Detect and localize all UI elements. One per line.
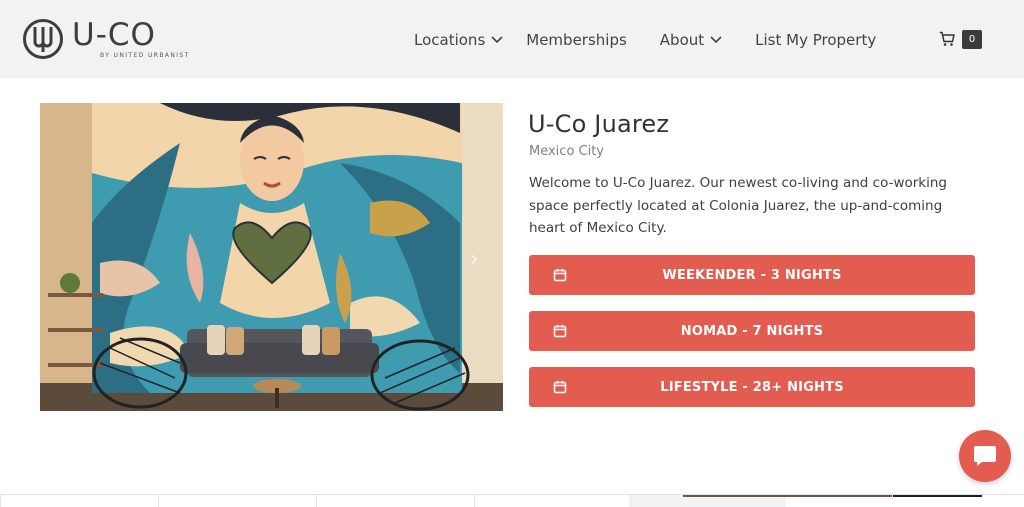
- thumbnail[interactable]: [158, 495, 316, 507]
- calendar-icon: [553, 268, 567, 282]
- booking-label: WEEKENDER - 3 NIGHTS: [662, 267, 842, 283]
- nav-label: About: [659, 31, 705, 49]
- nav-item-memberships[interactable]: Memberships: [526, 31, 627, 49]
- cart-count-badge[interactable]: 0: [962, 30, 982, 49]
- calendar-icon: [553, 324, 567, 338]
- property-photo[interactable]: ›: [40, 103, 503, 411]
- chevron-down-icon: [710, 36, 722, 44]
- thumbnail-strip: [0, 494, 1024, 507]
- nav-item-locations[interactable]: Locations: [414, 31, 503, 49]
- main-nav: Locations Memberships About List My Prop…: [414, 28, 876, 52]
- booking-label: NOMAD - 7 NIGHTS: [680, 323, 824, 339]
- property-description: Welcome to U-Co Juarez. Our newest co-li…: [529, 175, 948, 236]
- chat-bubble-icon: [974, 446, 996, 466]
- calendar-icon: [553, 380, 567, 394]
- thumbnail[interactable]: [474, 495, 630, 507]
- chat-button[interactable]: [959, 430, 1011, 482]
- weekender-button[interactable]: WEEKENDER - 3 NIGHTS: [529, 255, 975, 295]
- carousel-next-arrow[interactable]: ›: [470, 248, 484, 272]
- nav-label: List My Property: [755, 31, 877, 49]
- lifestyle-button[interactable]: LIFESTYLE - 28+ NIGHTS: [529, 367, 975, 407]
- mural-lounge-photo: [40, 103, 503, 411]
- thumbnail[interactable]: [316, 495, 474, 507]
- nomad-button[interactable]: NOMAD - 7 NIGHTS: [529, 311, 975, 351]
- nav-item-about[interactable]: About: [660, 31, 722, 49]
- thumbnail-image-edge: [892, 495, 982, 497]
- logo[interactable]: U-CO BY UNITED URBANIST: [22, 18, 190, 60]
- property-title: U-Co Juarez: [528, 110, 670, 138]
- chevron-down-icon: [491, 36, 503, 44]
- booking-label: LIFESTYLE - 28+ NIGHTS: [660, 379, 844, 395]
- thumbnail-image-edge: [682, 495, 892, 497]
- nav-label: Locations: [414, 31, 486, 49]
- logo-word: U-CO: [72, 17, 156, 53]
- thumbnail[interactable]: [0, 495, 158, 507]
- site-header: U-CO BY UNITED URBANIST Locations Member…: [0, 0, 1024, 78]
- nav-item-list-my-property[interactable]: List My Property: [755, 31, 876, 49]
- nav-label: Memberships: [526, 31, 627, 49]
- property-city: Mexico City: [529, 144, 605, 159]
- logo-subtitle: BY UNITED URBANIST: [100, 52, 190, 59]
- cart-icon[interactable]: [939, 31, 955, 47]
- logo-mark-icon: [23, 19, 63, 59]
